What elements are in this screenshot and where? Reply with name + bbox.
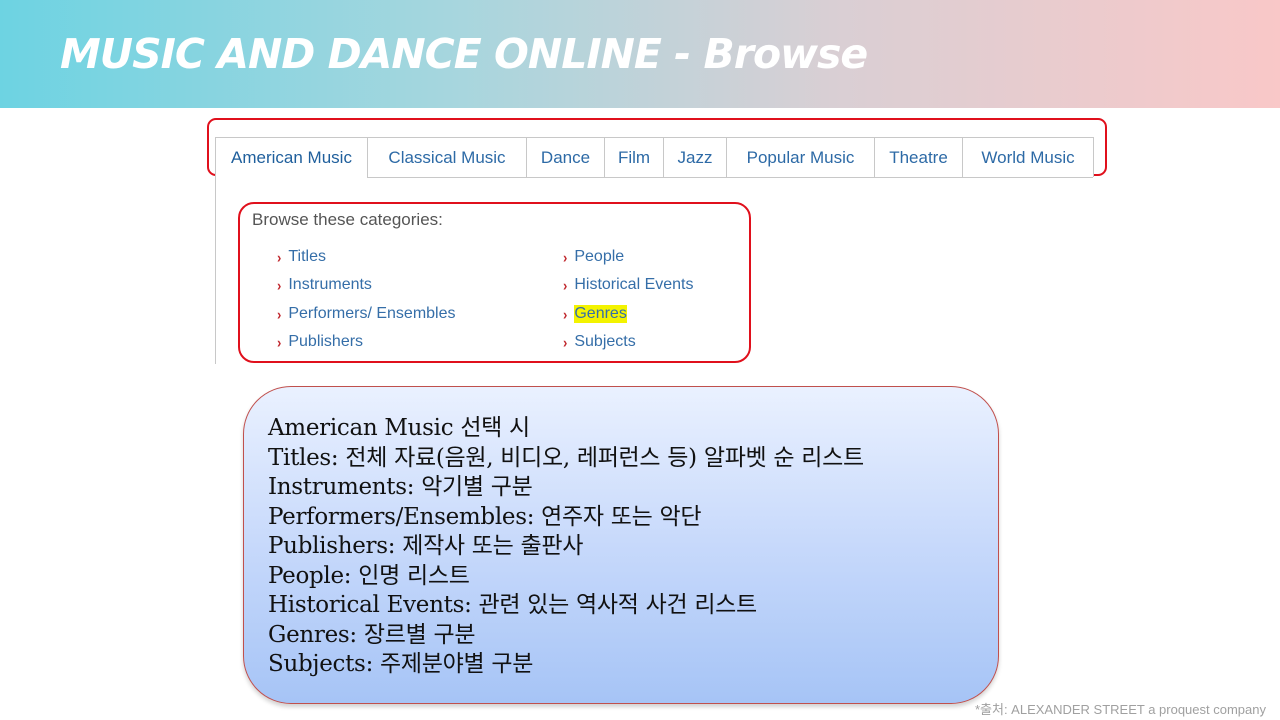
tab-popular-music[interactable]: Popular Music <box>726 137 875 177</box>
content-divider <box>215 178 216 364</box>
browse-link-subjects[interactable]: › Subjects <box>563 333 636 351</box>
note-line: Publishers: 제작사 또는 출판사 <box>268 533 584 559</box>
browse-link-label: Titles <box>288 248 326 265</box>
tab-dance[interactable]: Dance <box>526 137 605 177</box>
browse-link-label: Performers/ Ensembles <box>288 305 456 322</box>
browse-heading: Browse these categories: <box>252 210 443 229</box>
browse-link-label: Publishers <box>288 333 364 350</box>
browse-link-label: People <box>574 248 625 265</box>
note-line: Historical Events: 관련 있는 역사적 사건 리스트 <box>268 592 757 618</box>
slide-title: MUSIC AND DANCE ONLINE - Browse <box>60 30 868 78</box>
browse-link-performers-ensembles[interactable]: › Performers/ Ensembles <box>277 305 456 323</box>
chevron-right-icon: › <box>277 248 282 266</box>
category-tabs: American Music Classical Music Dance Fil… <box>215 137 1094 178</box>
tab-classical-music[interactable]: Classical Music <box>367 137 527 177</box>
browse-link-label-highlighted: Genres <box>574 305 627 323</box>
tab-theatre[interactable]: Theatre <box>874 137 963 177</box>
note-line: American Music 선택 시 <box>268 415 530 441</box>
note-line: Instruments: 악기별 구분 <box>268 474 533 500</box>
browse-link-people[interactable]: › People <box>563 248 624 266</box>
browse-link-titles[interactable]: › Titles <box>277 248 326 266</box>
chevron-right-icon: › <box>563 333 568 351</box>
tab-american-music[interactable]: American Music <box>215 137 368 178</box>
tab-jazz[interactable]: Jazz <box>663 137 727 177</box>
browse-link-label: Instruments <box>288 276 372 293</box>
note-line: People: 인명 리스트 <box>268 562 470 589</box>
note-line: Performers/Ensembles: 연주자 또는 악단 <box>268 503 702 530</box>
note-line: Titles: 전체 자료(음원, 비디오, 레퍼런스 등) 알파벳 순 리스트 <box>268 444 864 471</box>
browse-link-instruments[interactable]: › Instruments <box>277 276 372 294</box>
browse-link-label: Subjects <box>574 333 636 350</box>
chevron-right-icon: › <box>563 248 568 266</box>
tab-world-music[interactable]: World Music <box>962 137 1094 177</box>
browse-link-historical-events[interactable]: › Historical Events <box>563 276 694 294</box>
note-line: Subjects: 주제분야별 구분 <box>268 651 534 677</box>
chevron-right-icon: › <box>563 276 568 294</box>
chevron-right-icon: › <box>277 305 282 323</box>
slide-header: MUSIC AND DANCE ONLINE - Browse <box>0 0 1280 108</box>
browse-link-genres[interactable]: › Genres <box>563 305 627 323</box>
source-credit: *출처: ALEXANDER STREET a proquest company <box>974 702 1266 717</box>
note-line: Genres: 장르별 구분 <box>268 621 476 648</box>
chevron-right-icon: › <box>277 333 282 351</box>
tab-film[interactable]: Film <box>604 137 664 177</box>
explanation-text: American Music 선택 시 Titles: 전체 자료(음원, 비디… <box>268 414 864 680</box>
chevron-right-icon: › <box>563 305 568 323</box>
browse-link-label: Historical Events <box>574 276 694 293</box>
browse-link-publishers[interactable]: › Publishers <box>277 333 363 351</box>
chevron-right-icon: › <box>277 276 282 294</box>
